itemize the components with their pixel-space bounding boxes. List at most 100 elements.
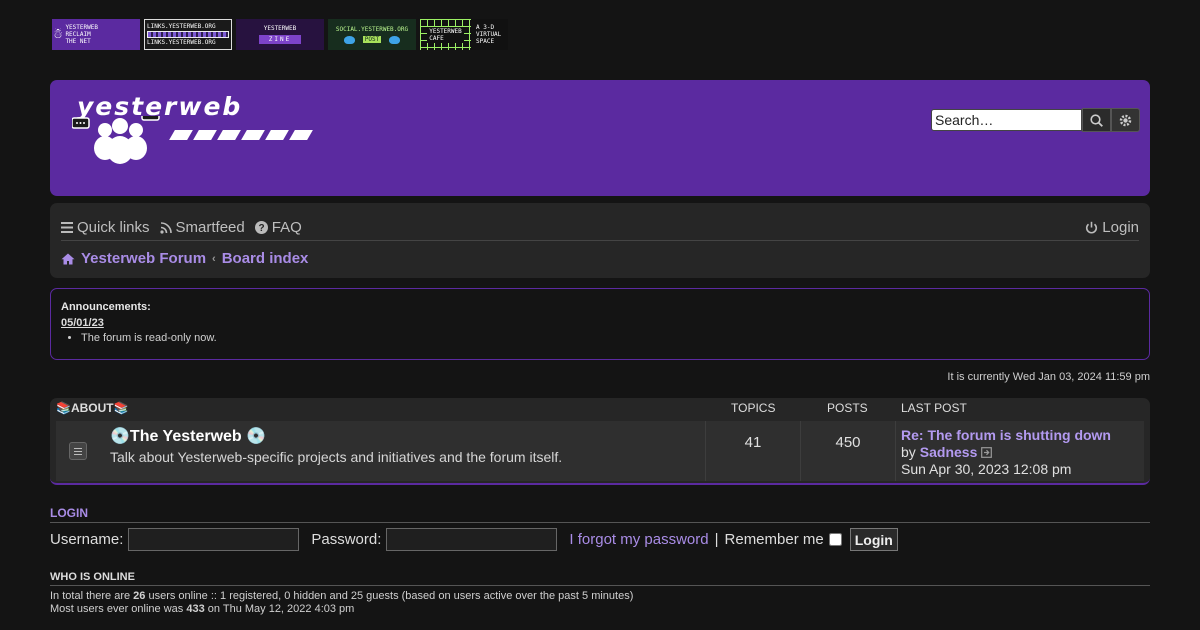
banner-line: A 3-D [476,24,495,31]
last-post-author-line: by Sadness [901,444,1111,461]
nav-bar: Quick links Smartfeed ? FAQ Login Yester… [50,203,1150,278]
smartfeed-label: Smartfeed [175,219,245,236]
forum-read-icon [69,442,87,460]
separator: | [714,531,719,548]
search-input[interactable] [931,109,1082,131]
author-link[interactable]: Sadness [920,444,978,461]
banner-line: THE NET [65,38,91,45]
breadcrumb-board-index[interactable]: Board index [222,250,309,267]
record-count: 433 [186,603,205,615]
zine-banner[interactable]: YESTERWEB ZINE [236,19,324,50]
question-icon: ? [254,221,268,234]
banner-text: YESTERWEB RECLAIM THE NET [65,24,98,45]
hamburger-icon [61,222,73,233]
forum-row: 💿The Yesterweb 💿 Talk about Yesterweb-sp… [56,421,1144,481]
banner-line: RECLAIM [65,31,91,38]
online-text: Most users ever online was [50,603,187,615]
online-text: on Thu May 12, 2022 4:03 pm [204,603,355,615]
chevron-left-icon: ‹ [212,252,216,265]
topics-count: 41 [705,421,800,481]
by-label: by [901,444,916,460]
advanced-search-button[interactable] [1111,108,1140,132]
login-button[interactable]: Login [849,528,898,551]
links-banner[interactable]: LINKS.YESTERWEB.ORG LINKS.YESTERWEB.ORG [144,19,232,50]
username-label: Username: [50,531,124,548]
login-section: LOGIN Username: Password: I forgot my pa… [50,505,1150,551]
announcement-list: The forum is read-only now. [81,332,1139,344]
current-time: It is currently Wed Jan 03, 2024 11:59 p… [947,371,1150,383]
banner-line: LINKS.YESTERWEB.ORG [147,23,216,30]
mascot-icon: ☃ [54,26,63,42]
announcement-box: Announcements: 05/01/23 The forum is rea… [50,288,1150,360]
reclaim-the-net-banner[interactable]: ☃ YESTERWEB RECLAIM THE NET [52,19,140,50]
online-text: users online :: 1 registered, 0 hidden a… [145,590,634,602]
nav-links: Quick links Smartfeed ? FAQ Login [61,215,1139,241]
banner-line: YESTERWEB [65,24,98,31]
login-link[interactable]: Login [1085,219,1139,236]
search-icon [1090,113,1103,127]
people-icon [72,116,160,164]
last-post: Re: The forum is shutting down by Sadnes… [901,427,1111,478]
search-box [931,108,1140,132]
home-icon [61,253,75,264]
login-form: Username: Password: I forgot my password… [50,528,1150,551]
social-banner[interactable]: SOCIAL.YESTERWEB.ORG POST [328,19,416,50]
faq-link[interactable]: ? FAQ [254,219,302,236]
who-is-online: WHO IS ONLINE In total there are 26 user… [50,571,1150,616]
banner-line: VIRTUAL [476,31,502,38]
banner-line: POST [362,36,382,43]
power-icon [1086,221,1098,234]
affiliate-banners: ☃ YESTERWEB RECLAIM THE NET LINKS.YESTER… [52,19,508,50]
breadcrumb: Yesterweb Forum ‹ Board index [61,250,308,267]
forum-category: 📚ABOUT📚 TOPICS POSTS LAST POST 💿The Yest… [50,398,1150,485]
logo-stripes [169,130,313,140]
bird-icon [389,35,401,44]
online-record: Most users ever online was 433 on Thu Ma… [50,603,1150,616]
banner-line: LINKS.YESTERWEB.ORG [147,39,216,46]
remember-me-checkbox[interactable] [828,533,842,546]
announcement-date[interactable]: 05/01/23 [61,317,1139,329]
banner-text: A 3-D VIRTUAL SPACE [471,24,501,45]
password-label: Password: [311,531,382,548]
online-text: In total there are [50,590,134,602]
smartfeed-link[interactable]: Smartfeed [159,219,245,236]
cafe-banner[interactable]: YESTERWEB CAFE A 3-D VIRTUAL SPACE [420,19,508,50]
posts-header: POSTS [827,401,868,415]
last-post-date: Sun Apr 30, 2023 12:08 pm [901,461,1072,477]
username-field[interactable] [128,528,300,551]
online-count: 26 [133,590,146,602]
banner-line: SOCIAL.YESTERWEB.ORG [335,25,409,33]
last-post-link[interactable]: Re: The forum is shutting down [901,427,1111,444]
progress-bar-graphic [147,31,229,38]
quick-links-menu[interactable]: Quick links [61,219,150,236]
faq-label: FAQ [271,219,302,236]
forgot-password-link[interactable]: I forgot my password [569,531,708,548]
search-button[interactable] [1082,108,1111,132]
forum-header: 📚ABOUT📚 TOPICS POSTS LAST POST [50,398,1150,419]
rss-icon [159,221,172,234]
posts-count: 450 [800,421,895,481]
last-post-header: LAST POST [901,401,967,415]
site-logo[interactable]: yesterweb [72,92,313,176]
online-total: In total there are 26 users online :: 1 … [50,590,1150,603]
gear-icon [1119,114,1132,126]
banner-graphic: POST [343,35,401,44]
bird-icon [343,35,355,44]
forum-description: Talk about Yesterweb-specific projects a… [110,449,563,465]
announcement-heading: Announcements: [61,301,151,313]
login-title[interactable]: LOGIN [50,505,1150,523]
breadcrumb-home[interactable]: Yesterweb Forum [81,250,206,267]
category-title[interactable]: 📚ABOUT📚 [56,401,129,415]
topics-header: TOPICS [731,401,776,415]
posts-value: 450 [835,434,861,451]
announcement-item: The forum is read-only now. [81,332,1139,344]
svg-text:?: ? [258,223,264,234]
column-divider [895,421,896,481]
password-field[interactable] [386,528,558,551]
forum-title-link[interactable]: 💿The Yesterweb 💿 [110,426,266,446]
quick-links-label: Quick links [77,219,150,236]
view-latest-post-icon[interactable] [981,447,993,458]
banner-line: ZINE [258,35,302,44]
banner-text: YESTERWEB CAFE [427,26,464,43]
banner-line: CAFE [428,33,445,43]
